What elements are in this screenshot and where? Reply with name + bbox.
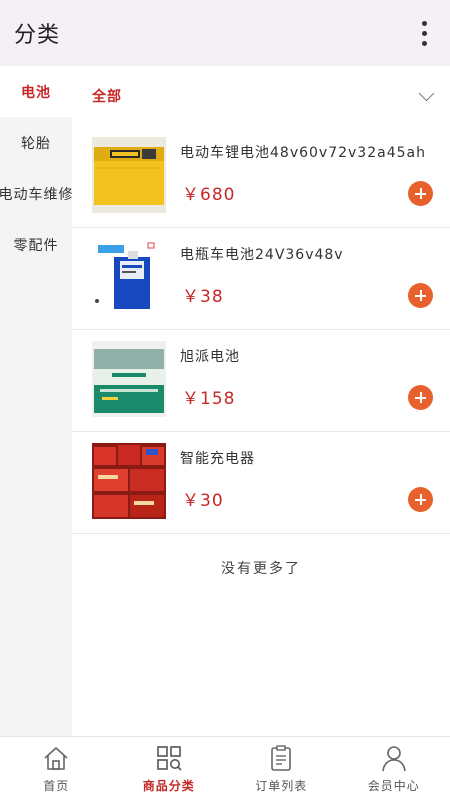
product-price: ￥680: [182, 185, 236, 205]
tab-label: 会员中心: [367, 779, 420, 793]
sidebar-item-tires[interactable]: 轮胎: [0, 117, 72, 168]
tab-label: 订单列表: [255, 779, 308, 793]
product-name: 旭派电池: [180, 349, 240, 365]
sidebar-item-parts[interactable]: 零配件: [0, 219, 72, 270]
product-item[interactable]: 旭派电池 ￥158: [72, 330, 450, 432]
user-icon: [381, 746, 406, 772]
product-item[interactable]: 电动车锂电池48v60v72v32a45ah ￥680: [72, 126, 450, 228]
sidebar-item-label: 轮胎: [21, 135, 51, 152]
product-price: ￥158: [182, 389, 236, 409]
product-image: [92, 443, 166, 519]
category-sidebar: 电池 轮胎 电动车维修 零配件: [0, 66, 74, 736]
product-item[interactable]: 电瓶车电池24V36v48v ￥38: [72, 228, 450, 330]
add-to-cart-icon[interactable]: [408, 283, 433, 308]
product-name: 电瓶车电池24V36v48v: [180, 247, 344, 263]
sidebar-item-label: 电池: [21, 84, 51, 101]
page-title: 分类: [14, 23, 61, 48]
sidebar-item-battery[interactable]: 电池: [0, 66, 72, 117]
product-image: [92, 137, 166, 213]
more-options-icon[interactable]: [412, 15, 436, 51]
tab-home[interactable]: 首页: [0, 737, 113, 800]
product-name: 智能充电器: [180, 451, 255, 467]
bottom-tab-bar: 首页 商品分类 订单列表 会员中心: [0, 736, 450, 800]
add-to-cart-icon[interactable]: [408, 181, 433, 206]
tab-member[interactable]: 会员中心: [338, 737, 450, 800]
clipboard-icon: [271, 745, 292, 771]
subcategory-filter[interactable]: 全部: [72, 66, 450, 126]
add-to-cart-icon[interactable]: [408, 487, 433, 512]
sidebar-item-label: 零配件: [13, 237, 59, 254]
product-item[interactable]: 智能充电器 ￥30: [72, 432, 450, 534]
no-more-text: 没有更多了: [221, 561, 301, 577]
tab-label: 商品分类: [142, 779, 195, 793]
category-grid-icon: [156, 746, 182, 771]
product-image: [92, 341, 166, 417]
tab-label: 首页: [43, 779, 70, 793]
chevron-down-icon[interactable]: [418, 85, 435, 101]
add-to-cart-icon[interactable]: [408, 385, 433, 410]
sidebar-item-ebike-repair[interactable]: 电动车维修: [0, 168, 74, 219]
product-price: ￥30: [182, 491, 224, 511]
product-name: 电动车锂电池48v60v72v32a45ah: [180, 145, 426, 161]
app-bar: 分类: [0, 0, 450, 66]
product-list-panel: 全部 电动车锂电池48v60v72v32a45ah ￥680 电瓶车电池24V3…: [72, 66, 450, 736]
filter-label: 全部: [92, 89, 122, 105]
home-icon: [44, 747, 68, 770]
tab-orders[interactable]: 订单列表: [225, 737, 338, 800]
sidebar-item-label: 电动车维修: [0, 186, 74, 203]
tab-categories[interactable]: 商品分类: [113, 737, 226, 800]
product-image: [92, 239, 166, 315]
product-price: ￥38: [182, 287, 224, 307]
